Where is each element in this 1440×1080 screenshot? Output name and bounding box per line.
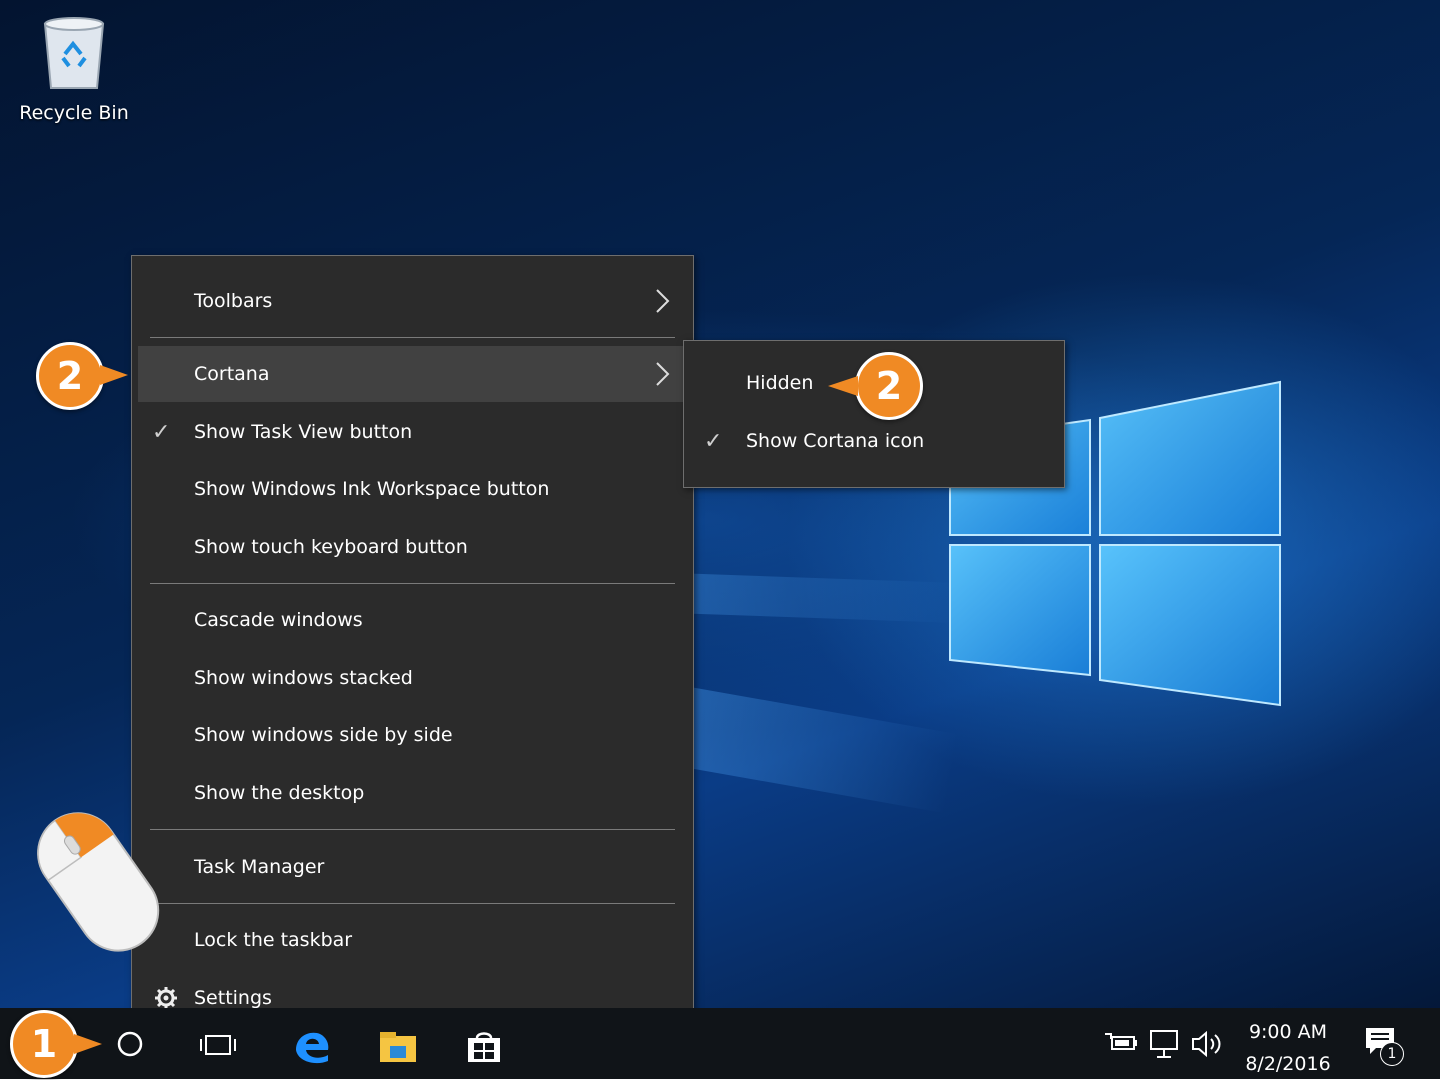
- menu-item-task-manager[interactable]: Task Manager: [138, 839, 687, 895]
- menu-separator: [150, 337, 675, 338]
- menu-item-label: Toolbars: [194, 290, 273, 312]
- menu-item-label: Task Manager: [194, 856, 325, 878]
- gear-icon: [155, 987, 177, 1009]
- step-2-callout-submenu: 2: [855, 352, 923, 420]
- checkmark-icon: ✓: [704, 428, 723, 454]
- callout-pointer: [100, 365, 128, 385]
- network-icon[interactable]: [1148, 1028, 1182, 1060]
- menu-item-side-by-side[interactable]: Show windows side by side: [138, 707, 687, 763]
- menu-item-show-desktop[interactable]: Show the desktop: [138, 765, 687, 821]
- submenu-item-show-cortana-icon[interactable]: ✓ Show Cortana icon: [690, 413, 1058, 469]
- volume-icon[interactable]: [1190, 1028, 1226, 1060]
- menu-item-show-ink-workspace[interactable]: Show Windows Ink Workspace button: [138, 461, 687, 517]
- menu-item-label: Show windows stacked: [194, 667, 413, 689]
- task-view-icon[interactable]: [198, 1030, 238, 1060]
- menu-item-show-touch-keyboard[interactable]: Show touch keyboard button: [138, 519, 687, 575]
- menu-item-label: Show the desktop: [194, 782, 365, 804]
- step-1-callout: 1: [10, 1010, 78, 1078]
- menu-item-label: Show windows side by side: [194, 724, 453, 746]
- taskbar-context-menu: Toolbars Cortana ✓ Show Task View button…: [131, 255, 694, 1043]
- power-icon[interactable]: [1104, 1030, 1138, 1056]
- notification-badge: 1: [1380, 1042, 1404, 1066]
- chevron-right-icon: [656, 289, 670, 313]
- file-explorer-icon[interactable]: [378, 1030, 418, 1064]
- edge-icon[interactable]: [292, 1028, 332, 1064]
- menu-item-label: Lock the taskbar: [194, 929, 353, 951]
- menu-item-cascade-windows[interactable]: Cascade windows: [138, 592, 687, 648]
- menu-item-windows-stacked[interactable]: Show windows stacked: [138, 650, 687, 706]
- chevron-right-icon: [656, 362, 670, 386]
- recycle-bin-shortcut[interactable]: Recycle Bin: [18, 14, 130, 124]
- menu-separator: [150, 903, 675, 904]
- menu-item-cortana[interactable]: Cortana: [138, 346, 687, 402]
- menu-item-label: Cascade windows: [194, 609, 363, 631]
- menu-separator: [150, 583, 675, 584]
- step-2-callout-menu: 2: [36, 342, 104, 410]
- taskbar: 9:00 AM 8/2/2016 1: [0, 1008, 1440, 1079]
- menu-item-lock-taskbar[interactable]: Lock the taskbar: [138, 912, 687, 968]
- clock-time: 9:00 AM: [1248, 1021, 1328, 1043]
- menu-item-label: Hidden: [746, 372, 814, 394]
- menu-item-label: Show touch keyboard button: [194, 536, 468, 558]
- mouse-illustration: [37, 812, 160, 952]
- menu-item-label: Show Task View button: [194, 421, 413, 443]
- clock-date: 8/2/2016: [1245, 1053, 1331, 1075]
- menu-item-label: Show Cortana icon: [746, 430, 925, 452]
- menu-item-label: Settings: [194, 987, 272, 1009]
- menu-separator: [150, 829, 675, 830]
- cortana-search-icon[interactable]: [114, 1028, 146, 1060]
- menu-item-label: Show Windows Ink Workspace button: [194, 478, 550, 500]
- menu-item-toolbars[interactable]: Toolbars: [138, 273, 687, 329]
- recycle-bin-label: Recycle Bin: [19, 102, 129, 124]
- callout-pointer: [74, 1034, 102, 1054]
- menu-item-show-task-view[interactable]: ✓ Show Task View button: [138, 404, 687, 460]
- action-center-button[interactable]: 1: [1364, 1026, 1404, 1066]
- taskbar-clock[interactable]: 9:00 AM 8/2/2016: [1238, 1016, 1338, 1080]
- menu-item-label: Cortana: [194, 363, 270, 385]
- checkmark-icon: ✓: [152, 419, 171, 445]
- store-icon[interactable]: [464, 1030, 504, 1064]
- callout-pointer: [828, 376, 858, 396]
- recycle-bin-icon: [43, 17, 105, 89]
